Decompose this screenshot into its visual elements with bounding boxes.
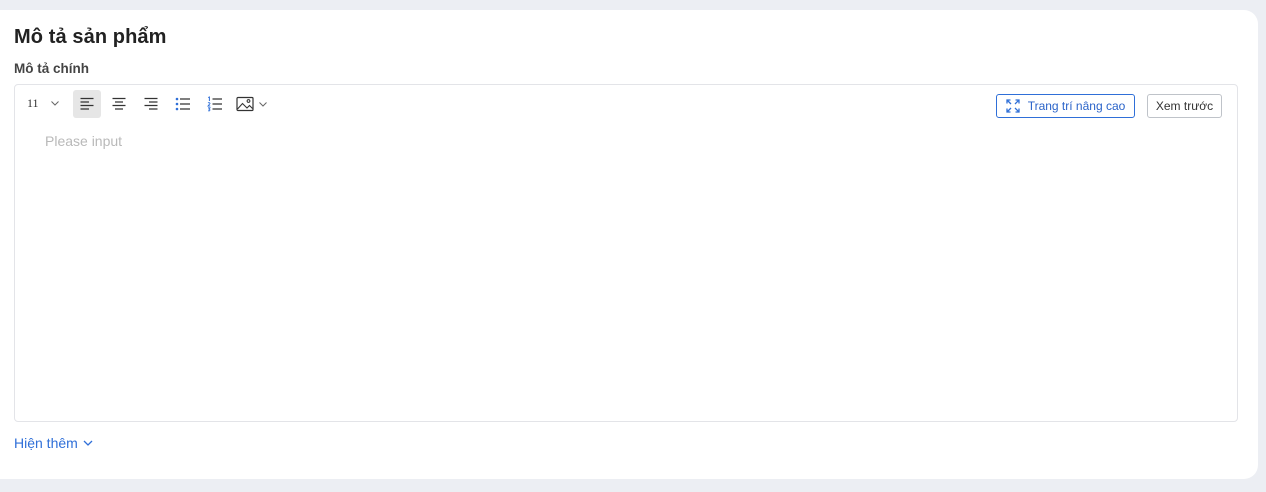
- bulleted-list-icon: [175, 97, 190, 111]
- preview-button[interactable]: Xem trước: [1147, 94, 1222, 118]
- show-more-label: Hiện thêm: [14, 435, 78, 451]
- align-right-icon: [144, 97, 158, 110]
- align-center-button[interactable]: [105, 90, 133, 118]
- align-right-button[interactable]: [137, 90, 165, 118]
- numbered-list-button[interactable]: [201, 90, 229, 118]
- numbered-list-icon: [207, 96, 222, 112]
- bulleted-list-button[interactable]: [169, 90, 197, 118]
- advanced-decoration-button[interactable]: Trang trí nâng cao: [996, 94, 1135, 118]
- fullscreen-icon: [1006, 99, 1020, 113]
- image-icon: [236, 96, 254, 112]
- show-more-link[interactable]: Hiện thêm: [14, 435, 94, 451]
- font-size-value: 11: [27, 95, 39, 110]
- chevron-down-icon: [50, 101, 59, 106]
- align-center-icon: [112, 97, 126, 110]
- preview-label: Xem trước: [1155, 99, 1214, 113]
- advanced-decoration-label: Trang trí nâng cao: [1027, 99, 1126, 113]
- chevron-down-icon: [259, 102, 267, 107]
- section-title: Mô tả sản phẩm: [14, 26, 167, 48]
- insert-image-button[interactable]: [236, 90, 268, 118]
- align-left-icon: [80, 97, 94, 110]
- description-input[interactable]: [15, 125, 1237, 421]
- rich-text-editor: 11 Trang trí nâng cao Xem trước Please i…: [14, 84, 1238, 422]
- product-description-card: Mô tả sản phẩm Mô tả chính 11 Trang trí …: [0, 10, 1258, 479]
- editor-toolbar: 11 Trang trí nâng cao Xem trước: [15, 85, 1237, 121]
- align-left-button[interactable]: [73, 90, 101, 118]
- field-label: Mô tả chính: [14, 61, 89, 76]
- chevron-down-icon: [83, 440, 93, 446]
- font-size-select[interactable]: 11: [27, 90, 60, 116]
